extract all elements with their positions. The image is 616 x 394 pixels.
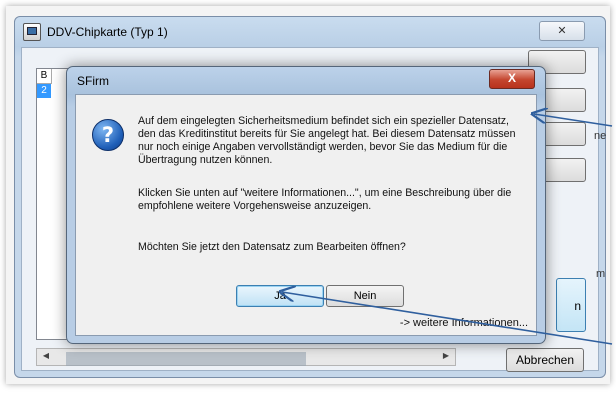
scroll-right-icon[interactable]: ▶ (439, 350, 453, 362)
dialog-titlebar: SFirm X (67, 67, 545, 93)
no-button[interactable]: Nein (326, 285, 404, 307)
background-strip (66, 352, 306, 366)
yes-button[interactable]: Ja (236, 285, 324, 307)
list-item-selected[interactable]: 2 (37, 84, 51, 98)
cut-off-text-right: ne (594, 130, 607, 142)
dialog-message-2: Klicken Sie unten auf "weitere Informati… (138, 187, 512, 212)
more-info-link[interactable]: -> weitere Informationen... (400, 317, 528, 329)
screenshot-frame: DDV-Chipkarte (Typ 1) ✕ B 2 n ◀ ▶ Abbrec… (6, 6, 610, 384)
window-close-button[interactable]: ✕ (539, 21, 585, 41)
scroll-left-icon[interactable]: ◀ (39, 350, 53, 362)
dialog-message-1: Auf dem eingelegten Sicherheitsmedium be… (138, 115, 516, 166)
dialog-close-button[interactable]: X (489, 69, 535, 89)
dialog-body: ? Auf dem eingelegten Sicherheitsmedium … (75, 94, 537, 336)
question-icon: ? (92, 119, 124, 151)
window-title: DDV-Chipkarte (Typ 1) (47, 25, 168, 39)
window-titlebar: DDV-Chipkarte (Typ 1) (15, 17, 605, 47)
sfirm-dialog: SFirm X ? Auf dem eingelegten Sicherheit… (66, 66, 546, 344)
chipcard-app-icon (23, 23, 41, 41)
dialog-title: SFirm (77, 74, 109, 88)
cancel-button[interactable]: Abbrechen (506, 348, 584, 372)
list-column-header[interactable]: B (37, 69, 52, 84)
side-default-button[interactable]: n (556, 278, 586, 332)
dialog-question: Möchten Sie jetzt den Datensatz zum Bear… (138, 241, 406, 253)
cut-off-text-right-2: m (596, 268, 606, 280)
